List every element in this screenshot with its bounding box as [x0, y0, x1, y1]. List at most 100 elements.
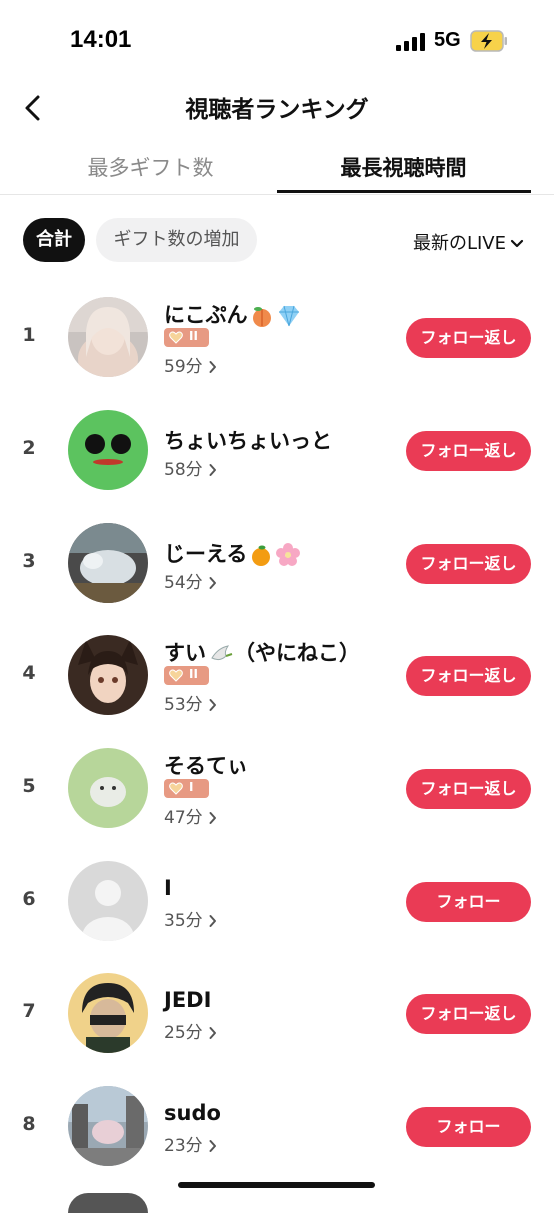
signal-icon [396, 33, 425, 51]
default-avatar-icon [68, 861, 148, 941]
watch-duration[interactable]: 59分 [164, 352, 217, 377]
avatar-photo [68, 635, 148, 715]
ranking-row[interactable]: 7 JEDI 25分 フォロー返し [0, 968, 554, 1058]
viewer-name: じーえる [164, 538, 301, 568]
watch-duration[interactable]: 58分 [164, 455, 217, 480]
orange-emoji-icon [252, 545, 271, 566]
filter-total-chip[interactable]: 合計 [23, 218, 85, 262]
follow-back-button[interactable]: フォロー返し [406, 656, 531, 696]
rank-number: 5 [22, 775, 36, 797]
avatar-photo [68, 297, 148, 377]
avatar-photo [68, 410, 148, 490]
chevron-right-icon [209, 812, 216, 824]
fan-level: II [189, 667, 198, 681]
watch-duration[interactable]: 54分 [164, 568, 217, 593]
chevron-right-icon [209, 577, 216, 589]
dove-emoji-icon [211, 645, 233, 661]
viewer-name: にこぷん [164, 299, 302, 329]
duration-text: 53分 [164, 695, 203, 715]
next-row-avatar-peek [68, 1193, 148, 1213]
diamond-emoji-icon [278, 305, 299, 327]
duration-text: 54分 [164, 573, 203, 593]
heart-icon [169, 669, 183, 682]
watch-duration[interactable]: 25分 [164, 1018, 217, 1043]
viewer-name: JEDI [164, 988, 212, 1012]
follow-back-button[interactable]: フォロー返し [406, 431, 531, 471]
viewer-name-text: すい [164, 641, 206, 665]
status-bar: 14:01 5G [0, 0, 554, 80]
status-time: 14:01 [70, 26, 132, 53]
avatar-photo [68, 748, 148, 828]
chevron-right-icon [209, 915, 216, 927]
avatar[interactable] [68, 1086, 148, 1166]
watch-duration[interactable]: 47分 [164, 803, 217, 828]
viewer-name-suffix: （やにねこ） [234, 641, 360, 665]
avatar[interactable] [68, 635, 148, 715]
watch-duration[interactable]: 23分 [164, 1131, 217, 1156]
ranking-row[interactable]: 4 すい （やにねこ） II 53分 フォロー返し [0, 630, 554, 720]
avatar[interactable] [68, 297, 148, 377]
rank-number: 8 [22, 1113, 36, 1135]
ranking-row[interactable]: 5 そるてぃ I 47分 フォロー返し [0, 743, 554, 833]
follow-back-button[interactable]: フォロー返し [406, 769, 531, 809]
viewer-name: I [164, 876, 172, 900]
peach-emoji-icon [252, 307, 271, 327]
duration-text: 59分 [164, 357, 203, 377]
viewer-name-text: にこぷん [164, 303, 248, 327]
follow-button[interactable]: フォロー [406, 1107, 531, 1147]
fan-level-badge: II [164, 328, 209, 347]
watch-duration[interactable]: 53分 [164, 690, 217, 715]
chevron-right-icon [209, 361, 216, 373]
ranking-row[interactable]: 2 ちょいちょいっと 58分 フォロー返し [0, 405, 554, 495]
sort-dropdown[interactable]: 最新のLIVE [413, 229, 524, 255]
tab-longest-watch-time[interactable]: 最長視聴時間 [265, 152, 542, 182]
viewer-name: sudo [164, 1101, 221, 1125]
chevron-right-icon [209, 1027, 216, 1039]
duration-text: 35分 [164, 911, 203, 931]
rank-number: 3 [22, 550, 36, 572]
fan-level-badge: I [164, 779, 209, 798]
tab-divider [0, 194, 554, 195]
network-type: 5G [434, 29, 461, 51]
tab-most-gifts[interactable]: 最多ギフト数 [12, 152, 289, 182]
duration-text: 58分 [164, 460, 203, 480]
avatar[interactable] [68, 748, 148, 828]
avatar[interactable] [68, 523, 148, 603]
home-indicator [178, 1182, 375, 1188]
follow-back-button[interactable]: フォロー返し [406, 544, 531, 584]
ranking-row[interactable]: 8 sudo 23分 フォロー [0, 1081, 554, 1171]
fan-level: I [189, 780, 194, 794]
avatar[interactable] [68, 973, 148, 1053]
avatar[interactable] [68, 861, 148, 941]
rank-number: 4 [22, 662, 36, 684]
follow-back-button[interactable]: フォロー返し [406, 318, 531, 358]
active-tab-indicator [277, 190, 531, 193]
rank-number: 2 [22, 437, 36, 459]
cherry-blossom-emoji-icon [276, 543, 301, 566]
duration-text: 47分 [164, 808, 203, 828]
avatar-photo [68, 1086, 148, 1166]
ranking-row[interactable]: 6 I 35分 フォロー [0, 856, 554, 946]
duration-text: 25分 [164, 1023, 203, 1043]
battery-charging-icon [470, 30, 507, 52]
rank-number: 6 [22, 888, 36, 910]
chevron-right-icon [209, 464, 216, 476]
heart-icon [169, 782, 183, 795]
heart-icon [169, 331, 183, 344]
follow-button[interactable]: フォロー [406, 882, 531, 922]
avatar-photo [68, 973, 148, 1053]
sort-label: 最新のLIVE [412, 233, 506, 254]
chevron-right-icon [209, 1140, 216, 1152]
ranking-row[interactable]: 1 にこぷん II 59分 フォロー返し [0, 292, 554, 382]
filter-gift-increase-chip[interactable]: ギフト数の増加 [96, 218, 257, 262]
fan-level-badge: II [164, 666, 209, 685]
watch-duration[interactable]: 35分 [164, 906, 217, 931]
viewer-name: そるてぃ [164, 754, 248, 778]
follow-back-button[interactable]: フォロー返し [406, 994, 531, 1034]
rank-number: 7 [22, 1000, 36, 1022]
avatar[interactable] [68, 410, 148, 490]
chevron-down-icon [510, 239, 524, 248]
viewer-name-text: じーえる [164, 542, 248, 566]
ranking-row[interactable]: 3 じーえる 54分 フォロー返し [0, 518, 554, 608]
rank-number: 1 [22, 324, 36, 346]
